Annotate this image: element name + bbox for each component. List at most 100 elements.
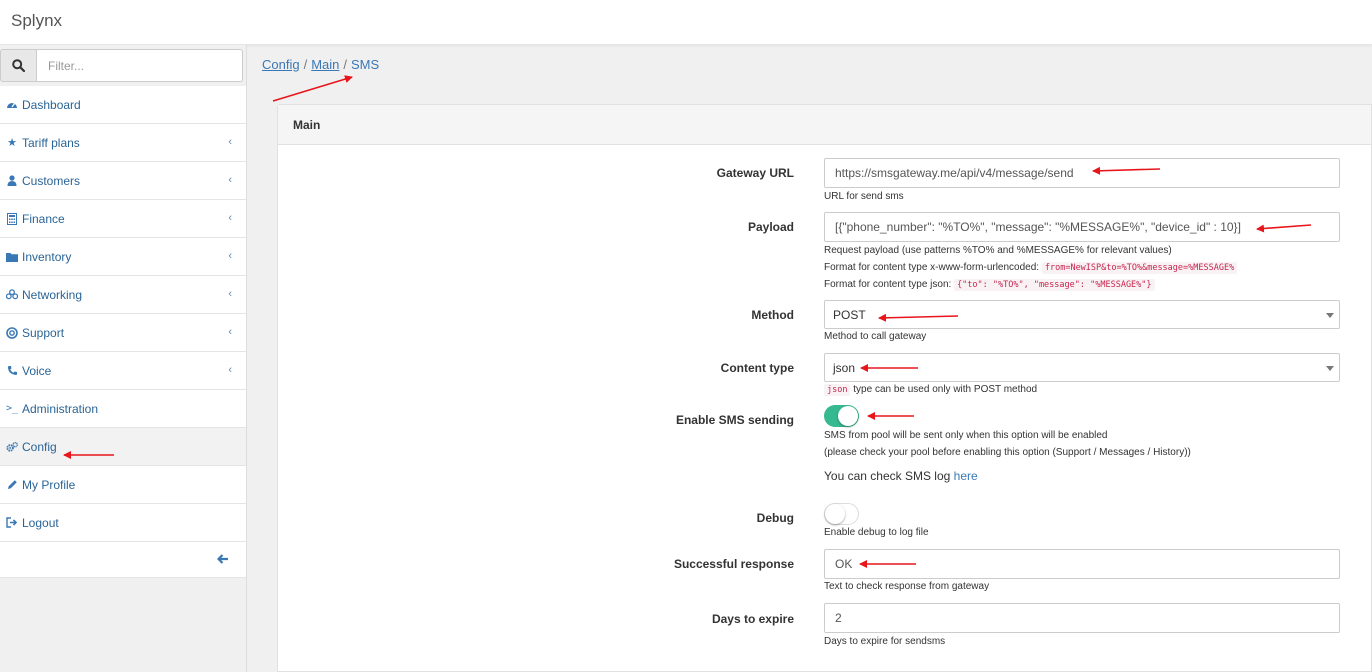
sidebar-item-support[interactable]: Support ‹ xyxy=(0,314,246,352)
arrow-left-icon xyxy=(216,552,229,568)
debug-toggle[interactable] xyxy=(824,503,859,525)
debug-label: Debug xyxy=(756,511,794,525)
breadcrumb-current: SMS xyxy=(351,57,380,72)
pencil-icon xyxy=(6,479,18,491)
sidebar-item-tariff-plans[interactable]: ★ Tariff plans ‹ xyxy=(0,124,246,162)
toggle-knob xyxy=(838,406,858,426)
sidebar-item-label: Finance xyxy=(22,211,65,226)
search-input[interactable] xyxy=(37,49,243,82)
format-json-code: {"to": "%TO%", "message": "%MESSAGE%"} xyxy=(954,279,1155,291)
calculator-icon xyxy=(6,212,18,225)
enable-sms-help-note: (please check your pool before enabling … xyxy=(824,447,1191,458)
method-select[interactable]: POST xyxy=(824,300,1340,329)
payload-label: Payload xyxy=(747,220,794,234)
enable-sms-label: Enable SMS sending xyxy=(675,413,794,427)
sidebar-item-label: Tariff plans xyxy=(22,135,80,150)
content-type-value: json xyxy=(833,360,856,375)
search-icon xyxy=(12,59,25,72)
chevron-left-icon: ‹ xyxy=(228,174,232,186)
folder-icon xyxy=(6,251,18,263)
chevron-left-icon: ‹ xyxy=(228,136,232,148)
sidebar-item-label: Dashboard xyxy=(22,97,81,112)
sms-log-note: You can check SMS log here xyxy=(824,469,978,483)
gateway-url-label: Gateway URL xyxy=(716,166,794,180)
sidebar-item-label: Administration xyxy=(22,401,99,416)
phone-icon xyxy=(6,365,18,377)
payload-format-json: Format for content type json: {"to": "%T… xyxy=(824,279,1155,291)
terminal-icon: >_ xyxy=(5,403,19,414)
days-to-expire-label: Days to expire xyxy=(711,612,794,626)
top-bar: Splynx xyxy=(0,0,1372,45)
sidebar-item-administration[interactable]: >_ Administration xyxy=(0,390,246,428)
network-icon xyxy=(6,289,18,301)
breadcrumb-separator: / xyxy=(303,57,308,72)
chevron-left-icon: ‹ xyxy=(228,212,232,224)
panel-title: Main xyxy=(278,105,1371,145)
star-icon: ★ xyxy=(7,137,17,149)
lifebuoy-icon xyxy=(6,326,18,339)
method-help: Method to call gateway xyxy=(824,331,927,342)
breadcrumb-main[interactable]: Main xyxy=(311,57,339,72)
sidebar-item-label: Customers xyxy=(22,173,81,188)
breadcrumb-config[interactable]: Config xyxy=(262,57,300,72)
successful-response-input[interactable]: OK xyxy=(824,549,1340,579)
successful-response-label: Successful response xyxy=(673,557,794,571)
format-json-label: Format for content type json: xyxy=(824,279,952,290)
sidebar-item-label: Networking xyxy=(22,287,83,302)
sidebar-item-my-profile[interactable]: My Profile xyxy=(0,466,246,504)
payload-format-urlencoded: Format for content type x-www-form-urlen… xyxy=(824,262,1238,274)
chevron-left-icon: ‹ xyxy=(228,250,232,262)
sidebar-item-label: Voice xyxy=(22,363,52,378)
search-button[interactable] xyxy=(0,49,37,82)
content-type-select[interactable]: json xyxy=(824,353,1340,382)
sidebar-item-label: My Profile xyxy=(22,477,76,492)
caret-down-icon xyxy=(1326,313,1334,318)
format-urlencoded-label: Format for content type x-www-form-urlen… xyxy=(824,262,1040,273)
method-value: POST xyxy=(833,307,866,322)
payload-help: Request payload (use patterns %TO% and %… xyxy=(824,245,1172,256)
debug-help: Enable debug to log file xyxy=(824,527,929,538)
sidebar-item-label: Support xyxy=(22,325,65,340)
sidebar-collapse-button[interactable] xyxy=(0,542,246,578)
gateway-url-input[interactable]: https://smsgateway.me/api/v4/message/sen… xyxy=(824,158,1340,188)
sms-log-link[interactable]: here xyxy=(954,469,978,483)
sidebar-item-networking[interactable]: Networking ‹ xyxy=(0,276,246,314)
content-type-help: json type can be used only with POST met… xyxy=(824,384,1038,396)
dashboard-icon xyxy=(6,99,18,111)
toggle-knob xyxy=(825,504,845,524)
sidebar-item-label: Inventory xyxy=(22,249,72,264)
sidebar-item-label: Logout xyxy=(22,515,59,530)
sidebar-nav: Dashboard ★ Tariff plans ‹ Customers ‹ F… xyxy=(0,86,246,578)
sidebar: Dashboard ★ Tariff plans ‹ Customers ‹ F… xyxy=(0,45,247,672)
sidebar-item-dashboard[interactable]: Dashboard xyxy=(0,86,246,124)
format-urlencoded-code: from=NewISP&to=%TO%&message=%MESSAGE% xyxy=(1041,262,1238,274)
gears-icon xyxy=(6,441,18,453)
payload-input[interactable]: [{"phone_number": "%TO%", "message": "%M… xyxy=(824,212,1340,242)
chevron-left-icon: ‹ xyxy=(228,364,232,376)
successful-response-help: Text to check response from gateway xyxy=(824,581,990,592)
chevron-left-icon: ‹ xyxy=(228,288,232,300)
sidebar-item-config[interactable]: Config xyxy=(0,428,246,466)
chevron-left-icon: ‹ xyxy=(228,326,232,338)
sidebar-item-voice[interactable]: Voice ‹ xyxy=(0,352,246,390)
gateway-url-help: URL for send sms xyxy=(824,191,904,202)
content-type-help-text: type can be used only with POST method xyxy=(853,384,1038,395)
sidebar-item-finance[interactable]: Finance ‹ xyxy=(0,200,246,238)
breadcrumb-separator: / xyxy=(343,57,348,72)
user-icon xyxy=(6,175,18,187)
app-logo[interactable]: Splynx xyxy=(11,11,62,31)
content-type-label: Content type xyxy=(720,361,794,375)
breadcrumb: Config / Main / SMS xyxy=(262,57,379,72)
sidebar-search xyxy=(0,49,243,82)
sidebar-item-inventory[interactable]: Inventory ‹ xyxy=(0,238,246,276)
method-label: Method xyxy=(751,308,794,322)
enable-sms-toggle[interactable] xyxy=(824,405,859,427)
sidebar-item-label: Config xyxy=(22,439,57,454)
days-to-expire-help: Days to expire for sendsms xyxy=(824,636,946,647)
logout-icon xyxy=(6,517,18,529)
sidebar-item-logout[interactable]: Logout xyxy=(0,504,246,542)
content-type-help-code: json xyxy=(824,384,851,396)
sidebar-item-customers[interactable]: Customers ‹ xyxy=(0,162,246,200)
enable-sms-help: SMS from pool will be sent only when thi… xyxy=(824,430,1108,441)
days-to-expire-input[interactable]: 2 xyxy=(824,603,1340,633)
